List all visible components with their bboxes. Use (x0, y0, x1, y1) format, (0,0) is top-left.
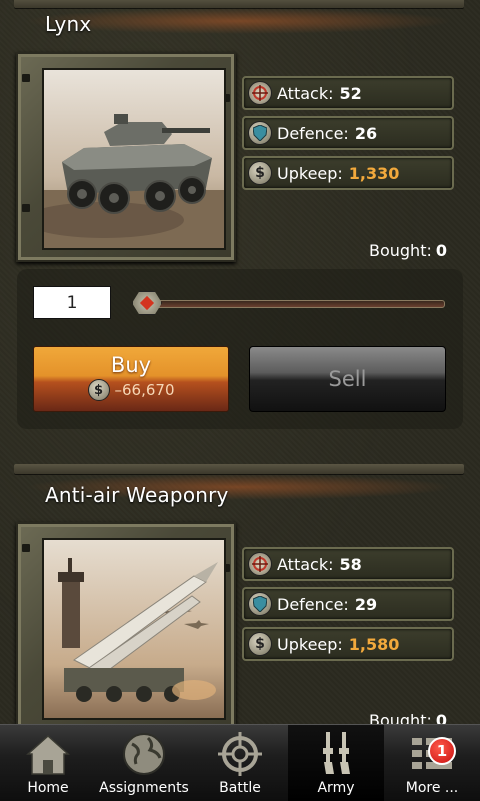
item-image-frame (16, 522, 236, 732)
buy-cost: –66,670 (114, 381, 175, 399)
crosshair-icon (218, 732, 262, 776)
item-name: Lynx (45, 12, 92, 36)
dollar-icon: $ (248, 632, 272, 656)
rifles-icon (323, 732, 350, 774)
armored-vehicle-image (42, 68, 226, 250)
defence-value: 26 (354, 123, 378, 143)
notification-badge: 1 (428, 737, 456, 765)
defence-value: 29 (354, 594, 378, 614)
item-name: Anti-air Weaponry (45, 483, 229, 507)
nav-army[interactable]: Army (288, 725, 384, 801)
bottom-nav: Home Assignments Battle Army 1 More ... (0, 724, 480, 801)
sell-button[interactable]: Sell (249, 346, 446, 412)
dollar-icon: $ (248, 161, 272, 185)
upkeep-stat: $ Upkeep: 1,580 (242, 627, 454, 661)
purchase-panel: 1 Buy $ –66,670 Sell (17, 269, 463, 429)
globe-icon (123, 733, 165, 775)
crosshair-icon (248, 552, 272, 576)
quantity-input[interactable]: 1 (33, 286, 111, 319)
item-image-frame (16, 52, 236, 262)
attack-value: 58 (339, 554, 362, 574)
item-card-lynx: Lynx Attack: 52 Defence: 26 $ Upkeep: 1,… (0, 0, 480, 440)
buy-button[interactable]: Buy $ –66,670 (33, 346, 229, 412)
upkeep-value: 1,580 (348, 634, 400, 654)
defence-stat: Defence: 29 (242, 587, 454, 621)
nav-battle[interactable]: Battle (192, 725, 288, 801)
card-top-bar (14, 464, 464, 500)
anti-air-image (42, 538, 226, 720)
home-icon (26, 734, 70, 775)
nav-assignments[interactable]: Assignments (96, 725, 192, 801)
bought-count: Bought: 0 (368, 241, 447, 260)
upkeep-stat: $ Upkeep: 1,330 (242, 156, 454, 190)
defence-stat: Defence: 26 (242, 116, 454, 150)
crosshair-icon (248, 81, 272, 105)
upkeep-value: 1,330 (348, 163, 400, 183)
card-top-bar (14, 0, 464, 34)
slider-handle[interactable] (132, 291, 162, 315)
shield-icon (248, 121, 272, 145)
dollar-icon: $ (87, 379, 110, 401)
item-card-anti-air: Anti-air Weaponry Attack: 58 Defence: 29… (0, 460, 480, 740)
attack-stat: Attack: 52 (242, 76, 454, 110)
attack-value: 52 (339, 83, 362, 103)
shield-icon (248, 592, 272, 616)
nav-home[interactable]: Home (0, 725, 96, 801)
quantity-slider[interactable] (147, 300, 445, 308)
nav-more[interactable]: 1 More ... (384, 725, 480, 801)
attack-stat: Attack: 58 (242, 547, 454, 581)
